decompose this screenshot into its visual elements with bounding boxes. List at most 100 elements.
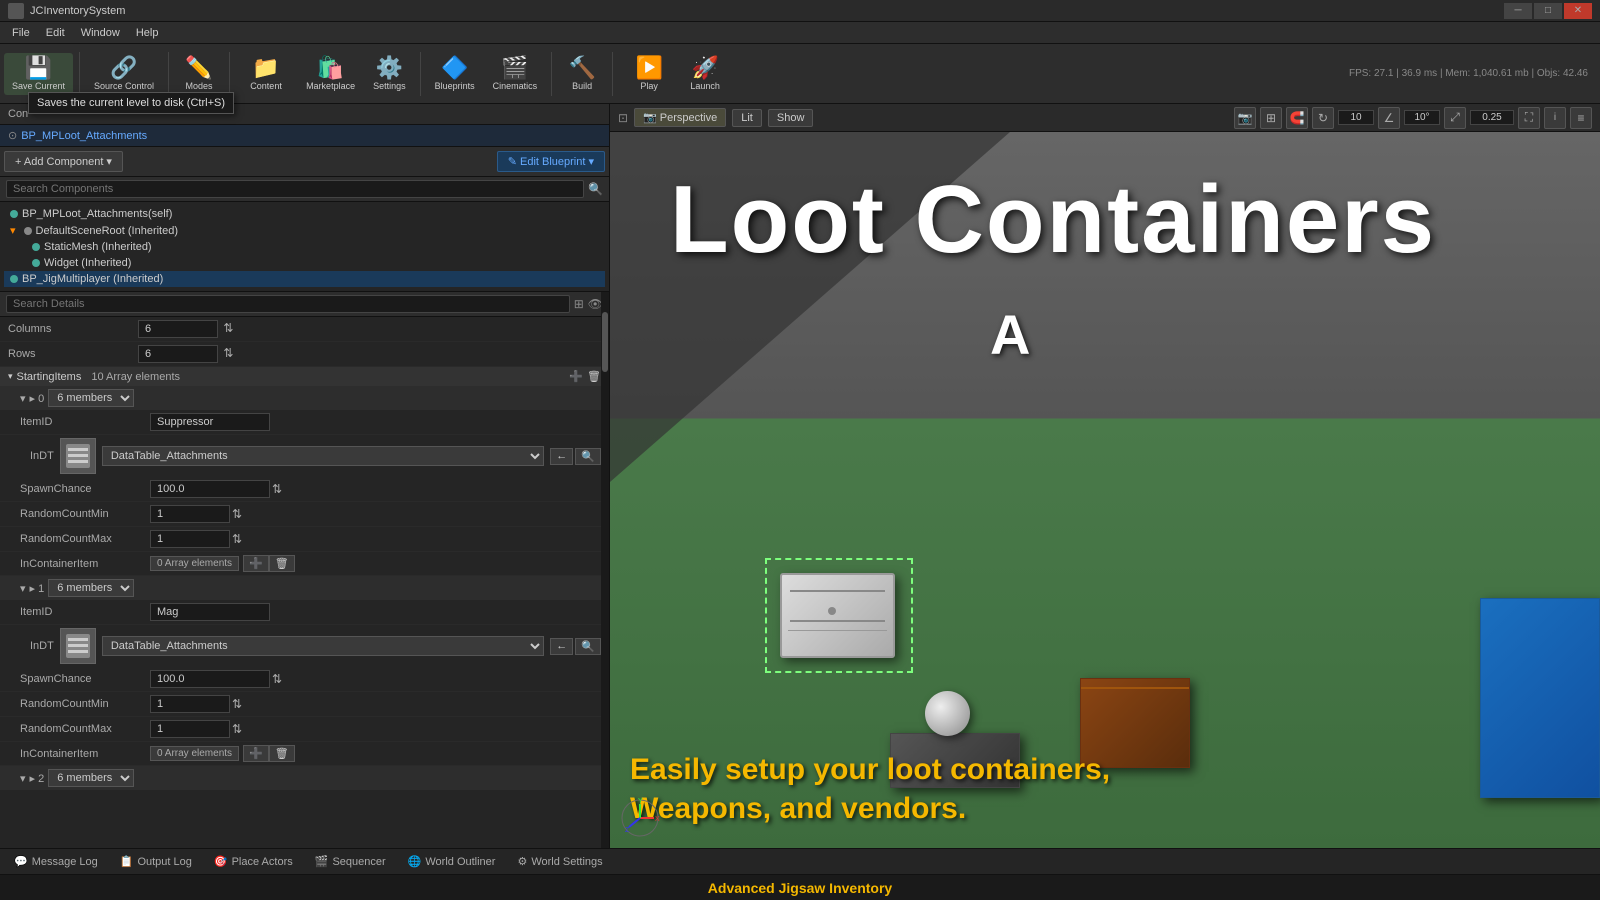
vp-info-icon[interactable]: i <box>1544 107 1566 129</box>
vp-expand-icon[interactable]: ⊡ <box>618 111 628 125</box>
lit-button[interactable]: Lit <box>732 109 762 127</box>
array-item-2-header[interactable]: ▾ ▸ 2 6 members <box>0 766 609 790</box>
close-button[interactable]: ✕ <box>1564 3 1592 19</box>
item0-indt-select[interactable]: DataTable_Attachments <box>102 446 544 466</box>
spawn-spin-1[interactable]: ⇅ <box>272 672 282 686</box>
marketplace-button[interactable]: 🛍️ Marketplace <box>298 53 363 95</box>
search-icon[interactable]: 🔍 <box>588 182 603 196</box>
edit-blueprint-button[interactable]: ✎ Edit Blueprint ▾ <box>497 151 605 172</box>
comp-item-staticmesh[interactable]: StaticMesh (Inherited) <box>4 239 605 255</box>
rndmax-spin-1[interactable]: ⇅ <box>232 722 242 736</box>
vp-grid-value-2[interactable] <box>1404 110 1440 125</box>
array-item-0-header[interactable]: ▾ ▸ 0 6 members <box>0 386 609 410</box>
settings-button[interactable]: ⚙️ Settings <box>365 53 414 95</box>
menubar: File Edit Window Help <box>0 22 1600 44</box>
columns-spin[interactable]: ⇅ <box>223 321 233 335</box>
modes-button[interactable]: ✏️ Modes <box>175 53 223 95</box>
menu-edit[interactable]: Edit <box>38 25 73 41</box>
item0-spawn-input[interactable] <box>150 480 270 498</box>
cinematics-button[interactable]: 🎬 Cinematics <box>485 53 546 95</box>
tab-world-outliner[interactable]: 🌐 World Outliner <box>398 853 506 870</box>
menu-file[interactable]: File <box>4 25 38 41</box>
add-component-button[interactable]: + Add Component ▾ <box>4 151 123 172</box>
rows-spin[interactable]: ⇅ <box>223 346 233 360</box>
perspective-button[interactable]: 📷 Perspective <box>634 108 726 127</box>
build-button[interactable]: 🔨 Build <box>558 53 606 95</box>
scrollbar-thumb[interactable] <box>602 312 608 372</box>
tab-sequencer[interactable]: 🎬 Sequencer <box>305 853 396 870</box>
play-button[interactable]: ▶️ Play <box>619 53 679 95</box>
del-incontr-0-button[interactable]: 🗑 <box>269 555 295 572</box>
item1-indt-select[interactable]: DataTable_Attachments <box>102 636 544 656</box>
item0-rndmax-input[interactable] <box>150 530 230 548</box>
add-incontr-1-button[interactable]: ➕ <box>243 745 269 762</box>
vp-zoom-value[interactable] <box>1470 110 1514 125</box>
menu-window[interactable]: Window <box>73 25 128 41</box>
item1-rndmin-input[interactable] <box>150 695 230 713</box>
comp-label: StaticMesh (Inherited) <box>44 241 152 253</box>
starting-items-header[interactable]: ▾ StartingItems 10 Array elements ➕ 🗑 <box>0 367 609 386</box>
index-0-members-select[interactable]: 6 members <box>48 389 134 407</box>
tab-world-settings[interactable]: ⚙ World Settings <box>507 853 612 870</box>
remove-array-item-button[interactable]: 🗑 <box>587 370 601 383</box>
item1-spawn-input[interactable] <box>150 670 270 688</box>
add-array-item-button[interactable]: ➕ <box>569 370 583 383</box>
viewport-3d[interactable]: Loot Containers A <box>610 132 1600 848</box>
maximize-button[interactable]: □ <box>1534 3 1562 19</box>
array-index-0-label: ▸ 0 <box>30 392 45 405</box>
vp-grid-icon[interactable]: ⊞ <box>1260 107 1282 129</box>
comp-item-jigsawmultiplayer[interactable]: BP_JigMultiplayer (Inherited) <box>4 271 605 287</box>
search-details-input[interactable] <box>6 295 570 313</box>
spawn-spin-0[interactable]: ⇅ <box>272 482 282 496</box>
show-button[interactable]: Show <box>768 109 814 127</box>
comp-dot <box>10 210 18 218</box>
tab-place-actors[interactable]: 🎯 Place Actors <box>204 853 303 870</box>
index-2-members-select[interactable]: 6 members <box>48 769 134 787</box>
item0-id-input[interactable] <box>150 413 270 431</box>
save-current-button[interactable]: 💾 Save Current <box>4 53 73 95</box>
dt-search-0[interactable]: 🔍 <box>575 448 601 465</box>
vp-snap-icon[interactable]: 🧲 <box>1286 107 1308 129</box>
add-incontr-0-button[interactable]: ➕ <box>243 555 269 572</box>
toolbar-separator-6 <box>612 52 613 96</box>
comp-item-self[interactable]: BP_MPLoot_Attachments(self) <box>4 206 605 222</box>
rndmin-spin-1[interactable]: ⇅ <box>232 697 242 711</box>
blueprints-button[interactable]: 🔷 Blueprints <box>427 53 483 95</box>
comp-dot <box>32 259 40 267</box>
vp-scale-icon[interactable]: ⤢ <box>1444 107 1466 129</box>
vp-angle-icon[interactable]: ∠ <box>1378 107 1400 129</box>
vp-grid-value-1[interactable] <box>1338 110 1374 125</box>
source-control-button[interactable]: 🔗 Source Control <box>86 53 162 95</box>
comp-item-defaultscene[interactable]: ▾ DefaultSceneRoot (Inherited) <box>4 222 605 239</box>
svg-text:Y: Y <box>638 798 643 805</box>
columns-input[interactable] <box>138 320 218 338</box>
grid-icon[interactable]: ⊞ <box>574 297 584 311</box>
dt-arrow-left-0[interactable]: ← <box>550 448 573 465</box>
launch-button[interactable]: 🚀 Launch <box>681 53 729 95</box>
tab-message-log[interactable]: 💬 Message Log <box>4 853 108 870</box>
rndmin-spin-0[interactable]: ⇅ <box>232 507 242 521</box>
dt-search-1[interactable]: 🔍 <box>575 638 601 655</box>
item1-id-label: ItemID <box>20 606 150 618</box>
content-button[interactable]: 📁 Content <box>236 53 296 95</box>
index-1-members-select[interactable]: 6 members <box>48 579 134 597</box>
item0-rndmin-input[interactable] <box>150 505 230 523</box>
vp-rotate-icon[interactable]: ↻ <box>1312 107 1334 129</box>
del-incontr-1-button[interactable]: 🗑 <box>269 745 295 762</box>
minimize-button[interactable]: ─ <box>1504 3 1532 19</box>
vp-camera-icon[interactable]: 📷 <box>1234 107 1256 129</box>
rndmax-spin-0[interactable]: ⇅ <box>232 532 242 546</box>
search-components-input[interactable] <box>6 180 584 198</box>
menu-help[interactable]: Help <box>128 25 167 41</box>
vp-maximize-icon[interactable]: ⛶ <box>1518 107 1540 129</box>
vp-layers-icon[interactable]: ≡ <box>1570 107 1592 129</box>
comp-item-widget[interactable]: Widget (Inherited) <box>4 255 605 271</box>
starting-items-count: 10 Array elements <box>91 371 180 383</box>
component-tree: BP_MPLoot_Attachments(self) ▾ DefaultSce… <box>0 202 609 291</box>
item1-rndmax-input[interactable] <box>150 720 230 738</box>
array-item-1-header[interactable]: ▾ ▸ 1 6 members <box>0 576 609 600</box>
item1-id-input[interactable] <box>150 603 270 621</box>
tab-output-log[interactable]: 📋 Output Log <box>110 853 202 870</box>
rows-input[interactable] <box>138 345 218 363</box>
dt-arrow-left-1[interactable]: ← <box>550 638 573 655</box>
